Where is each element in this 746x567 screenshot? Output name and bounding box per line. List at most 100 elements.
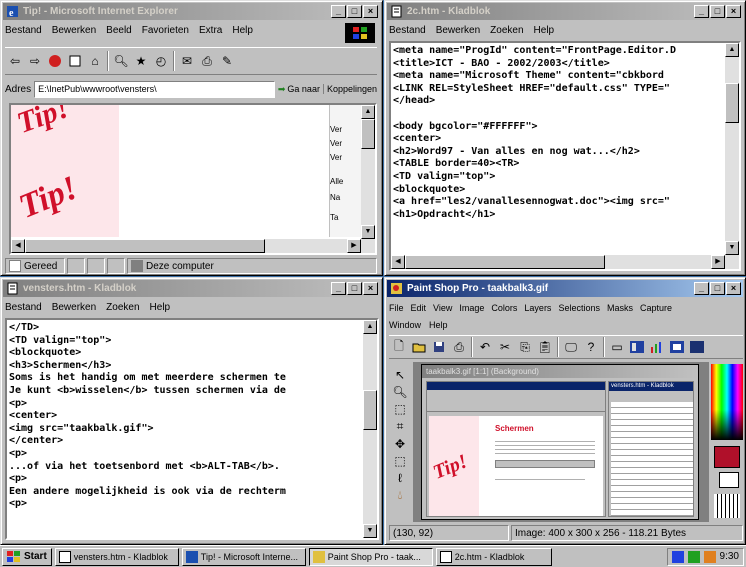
- notepad-bottom-vscroll[interactable]: ▲ ▼: [363, 320, 377, 538]
- scroll-up-icon[interactable]: ▲: [363, 320, 377, 334]
- new-icon[interactable]: 🗋︎: [389, 337, 409, 357]
- menu-window[interactable]: Window: [389, 320, 421, 330]
- menu-bestand[interactable]: Bestand: [389, 25, 426, 36]
- crop-tool-icon[interactable]: ⌗: [397, 419, 404, 434]
- menu-edit[interactable]: Edit: [411, 303, 427, 313]
- mail-icon[interactable]: ✉: [177, 51, 197, 71]
- scroll-up-icon[interactable]: ▲: [361, 105, 375, 119]
- scroll-up-icon[interactable]: ▲: [725, 43, 739, 57]
- edit-icon[interactable]: ✎: [217, 51, 237, 71]
- scroll-thumb[interactable]: [363, 390, 377, 430]
- notepad-bottom-window[interactable]: vensters.htm - Kladblok _ □ × Bestand Be…: [0, 277, 383, 545]
- notepad-top-hscroll[interactable]: ◀ ▶: [391, 255, 739, 269]
- menu-help[interactable]: Help: [232, 25, 253, 36]
- task-2c-notepad[interactable]: 2c.htm - Kladblok: [435, 547, 552, 566]
- cut-icon[interactable]: ✂: [495, 337, 515, 357]
- menu-capture[interactable]: Capture: [640, 303, 672, 313]
- color-spectrum[interactable]: [711, 364, 743, 440]
- scroll-left-icon[interactable]: ◀: [391, 255, 405, 269]
- undo-icon[interactable]: ↶: [475, 337, 495, 357]
- start-button[interactable]: Start: [2, 547, 52, 566]
- favorites-icon[interactable]: ★: [131, 51, 151, 71]
- psp-window[interactable]: Paint Shop Pro - taakbalk3.gif _ □ × Fil…: [384, 277, 746, 545]
- search-icon[interactable]: 🔍︎: [111, 51, 131, 71]
- deform-tool-icon[interactable]: ⬚: [394, 402, 405, 416]
- menu-bewerken[interactable]: Bewerken: [52, 25, 96, 36]
- notepad-bottom-titlebar[interactable]: vensters.htm - Kladblok _ □ ×: [3, 280, 380, 297]
- menu-bestand[interactable]: Bestand: [5, 25, 42, 36]
- menu-selections[interactable]: Selections: [558, 303, 600, 313]
- histogram-icon[interactable]: [647, 337, 667, 357]
- refresh-icon[interactable]: [65, 51, 85, 71]
- print-icon[interactable]: ⎙: [449, 337, 469, 357]
- menu-bestand[interactable]: Bestand: [5, 302, 42, 313]
- menu-help[interactable]: Help: [150, 302, 171, 313]
- hscroll-thumb[interactable]: [405, 255, 605, 269]
- overview-icon[interactable]: [667, 337, 687, 357]
- menu-layers[interactable]: Layers: [524, 303, 551, 313]
- maximize-button[interactable]: □: [710, 282, 725, 295]
- menu-extra[interactable]: Extra: [199, 25, 222, 36]
- close-button[interactable]: ×: [726, 5, 741, 18]
- arrow-tool-icon[interactable]: ↖: [395, 368, 405, 382]
- stop-icon[interactable]: [45, 51, 65, 71]
- background-color-swatch[interactable]: [719, 472, 739, 488]
- copy-icon[interactable]: ⎘: [515, 337, 535, 357]
- home-icon[interactable]: ⌂: [85, 51, 105, 71]
- zoom-tool-icon[interactable]: 🔍︎: [392, 385, 407, 399]
- notepad-top-vscroll[interactable]: ▲ ▼: [725, 43, 739, 255]
- forward-icon[interactable]: ⇨: [25, 51, 45, 71]
- links-button[interactable]: Koppelingen: [322, 84, 377, 94]
- minimize-button[interactable]: _: [331, 5, 346, 18]
- palette-toggle-icon[interactable]: [627, 337, 647, 357]
- task-paint-shop-pro[interactable]: Paint Shop Pro - taak...: [308, 547, 433, 566]
- scroll-down-icon[interactable]: ▼: [725, 241, 739, 255]
- tool-toggle-icon[interactable]: ▭: [607, 337, 627, 357]
- menu-masks[interactable]: Masks: [607, 303, 633, 313]
- address-input[interactable]: E:\InetPub\wwwroot\vensters\: [34, 80, 275, 98]
- scroll-thumb[interactable]: [361, 119, 375, 149]
- notepad-bottom-editor[interactable]: </TD> <TD valign="top"> <blockquote> <h3>Sc…: [5, 318, 379, 540]
- side-item[interactable]: Ver: [330, 153, 363, 177]
- scroll-right-icon[interactable]: ▶: [711, 255, 725, 269]
- menu-file[interactable]: File: [389, 303, 404, 313]
- help-icon[interactable]: ?: [581, 337, 601, 357]
- minimize-button[interactable]: _: [331, 282, 346, 295]
- minimize-button[interactable]: _: [694, 282, 709, 295]
- notepad-top-window[interactable]: 2c.htm - Kladblok _ □ × Bestand Bewerken…: [384, 0, 746, 276]
- scroll-left-icon[interactable]: ◀: [11, 239, 25, 253]
- speaker-icon[interactable]: [671, 550, 684, 563]
- monitor-icon[interactable]: 🖵︎: [561, 337, 581, 357]
- ie-vscroll[interactable]: ▲ ▼: [361, 105, 375, 239]
- side-item[interactable]: Alle: [330, 177, 363, 193]
- menu-colors[interactable]: Colors: [491, 303, 517, 313]
- go-button[interactable]: ➡ Ga naar: [278, 84, 320, 95]
- menu-bewerken[interactable]: Bewerken: [52, 302, 96, 313]
- menu-favorieten[interactable]: Favorieten: [142, 25, 189, 36]
- menu-beeld[interactable]: Beeld: [106, 25, 132, 36]
- side-item[interactable]: Na: [330, 193, 363, 213]
- hscroll-thumb[interactable]: [25, 239, 265, 253]
- psp-titlebar[interactable]: Paint Shop Pro - taakbalk3.gif _ □ ×: [387, 280, 743, 297]
- notepad-top-editor[interactable]: <meta name="ProgId" content="FrontPage.E…: [389, 41, 741, 271]
- ie-window[interactable]: e Tip! - Microsoft Internet Explorer _ □…: [0, 0, 383, 276]
- side-item[interactable]: Ta: [330, 213, 363, 227]
- maximize-button[interactable]: □: [710, 5, 725, 18]
- task-vensters-notepad[interactable]: vensters.htm - Kladblok: [54, 547, 179, 566]
- scroll-down-icon[interactable]: ▼: [363, 524, 377, 538]
- ie-content[interactable]: Tip! Tip! Ver Ver Ver Alle Na Ta ▲ ▼ ◀ ▶: [9, 103, 377, 255]
- menu-zoeken[interactable]: Zoeken: [490, 25, 523, 36]
- menu-zoeken[interactable]: Zoeken: [106, 302, 139, 313]
- scroll-thumb[interactable]: [725, 83, 739, 123]
- lasso-tool-icon[interactable]: ℓ: [398, 471, 402, 485]
- dropper-tool-icon[interactable]: 💧︎: [398, 488, 403, 503]
- foreground-color-swatch[interactable]: [714, 446, 740, 468]
- psp-document-window[interactable]: taakbalk3.gif [1:1] (Background) Tip! Sc…: [421, 364, 699, 520]
- menu-view[interactable]: View: [433, 303, 452, 313]
- psp-workspace[interactable]: taakbalk3.gif [1:1] (Background) Tip! Sc…: [413, 362, 709, 522]
- notepad-top-titlebar[interactable]: 2c.htm - Kladblok _ □ ×: [387, 3, 743, 20]
- menu-bewerken[interactable]: Bewerken: [436, 25, 480, 36]
- menu-image[interactable]: Image: [459, 303, 484, 313]
- back-icon[interactable]: ⇦: [5, 51, 25, 71]
- scroll-right-icon[interactable]: ▶: [347, 239, 361, 253]
